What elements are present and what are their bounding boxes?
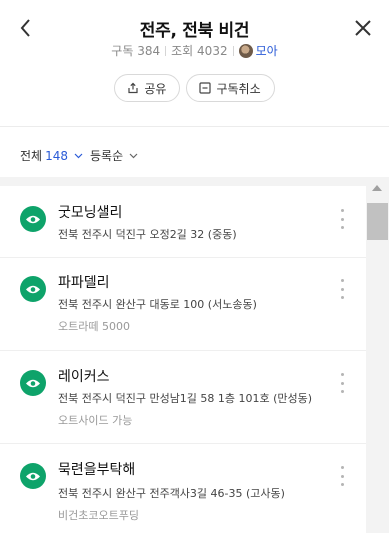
place-memo: 비건초코오트푸딩 bbox=[58, 509, 139, 522]
list-item[interactable]: 파파델리 전북 전주시 완산구 대동로 100 (서노송동) 오트라떼 5000 bbox=[0, 258, 366, 351]
more-vertical-icon[interactable] bbox=[338, 466, 346, 486]
more-vertical-icon[interactable] bbox=[338, 209, 346, 229]
owner-name[interactable]: 모아 bbox=[256, 44, 278, 58]
filter-bar: 전체 148 등록순 bbox=[0, 127, 389, 177]
subscribers-label: 구독 bbox=[111, 44, 134, 58]
list-meta: 구독 384 조회 4032 모아 bbox=[0, 42, 389, 59]
subscribers-count: 384 bbox=[137, 44, 161, 58]
eye-icon[interactable] bbox=[20, 276, 46, 302]
close-icon[interactable] bbox=[351, 16, 375, 40]
chevron-down-icon bbox=[129, 153, 138, 159]
more-vertical-icon[interactable] bbox=[338, 279, 346, 299]
filter-all-label: 전체 bbox=[20, 149, 43, 163]
eye-icon[interactable] bbox=[20, 463, 46, 489]
chevron-down-icon bbox=[74, 153, 83, 159]
place-address: 전북 전주시 덕진구 만성남1길 58 1층 101호 (만성동) bbox=[58, 392, 313, 405]
views-label: 조회 bbox=[171, 44, 194, 58]
place-address: 전북 전주시 완산구 대동로 100 (서노송동) bbox=[58, 298, 257, 311]
unsubscribe-button[interactable]: 구독취소 bbox=[186, 74, 275, 102]
views-count: 4032 bbox=[197, 44, 228, 58]
filter-all[interactable]: 전체 148 bbox=[20, 147, 83, 164]
scroll-thumb[interactable] bbox=[367, 203, 388, 240]
place-address: 전북 전주시 완산구 전주객사3길 46-35 (고사동) bbox=[58, 487, 285, 500]
place-address: 전북 전주시 덕진구 오정2길 32 (중동) bbox=[58, 228, 237, 241]
eye-icon[interactable] bbox=[20, 370, 46, 396]
share-button[interactable]: 공유 bbox=[114, 74, 181, 102]
meta-divider bbox=[232, 46, 234, 56]
more-vertical-icon[interactable] bbox=[338, 373, 346, 393]
place-name: 파파델리 bbox=[58, 275, 110, 291]
meta-divider bbox=[165, 46, 167, 56]
unsubscribe-label: 구독취소 bbox=[216, 81, 261, 96]
place-memo: 오트사이드 가능 bbox=[58, 414, 133, 427]
place-name: 묵련을부탁해 bbox=[58, 462, 136, 478]
place-memo: 오트라떼 5000 bbox=[58, 320, 130, 333]
scroll-up-icon[interactable] bbox=[372, 185, 382, 191]
place-list: 굿모닝샐리 전북 전주시 덕진구 오정2길 32 (중동) 파파델리 전북 전주… bbox=[0, 186, 366, 533]
avatar[interactable] bbox=[238, 44, 253, 58]
eye-icon[interactable] bbox=[20, 206, 46, 232]
list-item[interactable]: 굿모닝샐리 전북 전주시 덕진구 오정2길 32 (중동) bbox=[0, 186, 366, 258]
unsubscribe-icon bbox=[199, 82, 212, 94]
place-name: 굿모닝샐리 bbox=[58, 205, 123, 221]
list-item[interactable]: 레이커스 전북 전주시 덕진구 만성남1길 58 1층 101호 (만성동) 오… bbox=[0, 351, 366, 444]
scrollbar[interactable] bbox=[366, 177, 389, 533]
place-name: 레이커스 bbox=[58, 369, 110, 385]
list-item[interactable]: 묵련을부탁해 전북 전주시 완산구 전주객사3길 46-35 (고사동) 비건초… bbox=[0, 444, 366, 533]
sort-label: 등록순 bbox=[90, 149, 124, 163]
filter-all-count: 148 bbox=[45, 149, 68, 163]
sort-dropdown[interactable]: 등록순 bbox=[90, 147, 138, 164]
page-title: 전주, 전북 비건 bbox=[139, 21, 250, 41]
share-icon bbox=[128, 82, 138, 94]
action-buttons: 공유 구독취소 bbox=[0, 74, 389, 102]
share-label: 공유 bbox=[144, 81, 167, 96]
header: 전주, 전북 비건 구독 384 조회 4032 모아 공유 구독취소 bbox=[0, 0, 389, 126]
